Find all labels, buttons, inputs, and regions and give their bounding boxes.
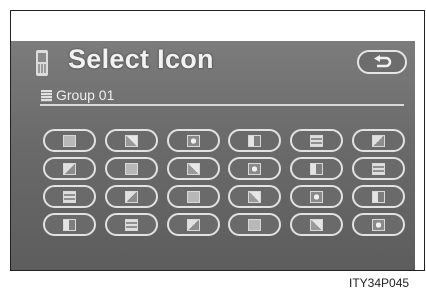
icon-select-button[interactable] bbox=[228, 213, 282, 236]
icon-select-button[interactable] bbox=[351, 157, 405, 180]
contact-icon-07 bbox=[63, 162, 76, 175]
icon-select-button[interactable] bbox=[351, 185, 405, 208]
icon-select-button[interactable] bbox=[43, 157, 96, 180]
contact-icon-21 bbox=[186, 218, 200, 231]
contact-icon-11 bbox=[310, 162, 324, 175]
contact-icon-12 bbox=[371, 162, 385, 175]
header-divider bbox=[40, 104, 404, 106]
icon-row bbox=[43, 157, 405, 180]
group-label: Group 01 bbox=[56, 87, 115, 103]
contact-icon-02 bbox=[124, 134, 138, 147]
icon-row bbox=[43, 213, 405, 236]
icon-select-button[interactable] bbox=[166, 129, 220, 152]
contact-icon-17 bbox=[310, 190, 324, 203]
icon-select-button[interactable] bbox=[43, 213, 96, 236]
icon-select-button[interactable] bbox=[290, 213, 344, 236]
icon-select-button[interactable] bbox=[43, 129, 96, 152]
contact-icon-23 bbox=[310, 218, 324, 231]
icon-select-button[interactable] bbox=[166, 213, 220, 236]
icon-select-button[interactable] bbox=[166, 185, 220, 208]
contact-icon-14 bbox=[124, 190, 138, 203]
icon-select-button[interactable] bbox=[104, 185, 158, 208]
icon-select-button[interactable] bbox=[104, 129, 158, 152]
contact-icon-10 bbox=[248, 162, 262, 175]
icon-select-button[interactable] bbox=[290, 157, 344, 180]
page-title: Select Icon bbox=[68, 44, 214, 74]
icon-grid bbox=[43, 129, 405, 241]
contact-icon-13 bbox=[63, 190, 76, 203]
contact-icon-22 bbox=[248, 218, 262, 231]
contact-icon-19 bbox=[63, 218, 76, 231]
icon-select-button[interactable] bbox=[166, 157, 220, 180]
group-icon bbox=[41, 90, 52, 102]
icon-select-button[interactable] bbox=[43, 185, 96, 208]
icon-row bbox=[43, 185, 405, 208]
phone-icon bbox=[36, 50, 48, 76]
contact-icon-20 bbox=[124, 218, 138, 231]
icon-select-button[interactable] bbox=[228, 129, 282, 152]
back-button[interactable] bbox=[357, 50, 407, 74]
contact-icon-15 bbox=[186, 190, 200, 203]
contact-icon-16 bbox=[248, 190, 262, 203]
contact-icon-08 bbox=[124, 162, 138, 175]
contact-icon-04 bbox=[248, 134, 262, 147]
icon-select-button[interactable] bbox=[228, 157, 282, 180]
contact-icon-01 bbox=[63, 134, 76, 147]
icon-select-button[interactable] bbox=[104, 213, 158, 236]
figure-caption: ITY34P045 bbox=[349, 276, 410, 290]
contact-icon-18 bbox=[371, 190, 385, 203]
contact-icon-24 bbox=[371, 218, 385, 231]
contact-icon-03 bbox=[186, 134, 200, 147]
contact-icon-09 bbox=[186, 162, 200, 175]
back-arrow-icon bbox=[374, 55, 392, 68]
icon-select-button[interactable] bbox=[351, 213, 405, 236]
contact-icon-06 bbox=[371, 134, 385, 147]
icon-select-button[interactable] bbox=[104, 157, 158, 180]
icon-select-button[interactable] bbox=[290, 129, 344, 152]
icon-select-button[interactable] bbox=[351, 129, 405, 152]
contact-icon-05 bbox=[310, 134, 324, 147]
icon-row bbox=[43, 129, 405, 152]
icon-select-button[interactable] bbox=[228, 185, 282, 208]
icon-select-button[interactable] bbox=[290, 185, 344, 208]
